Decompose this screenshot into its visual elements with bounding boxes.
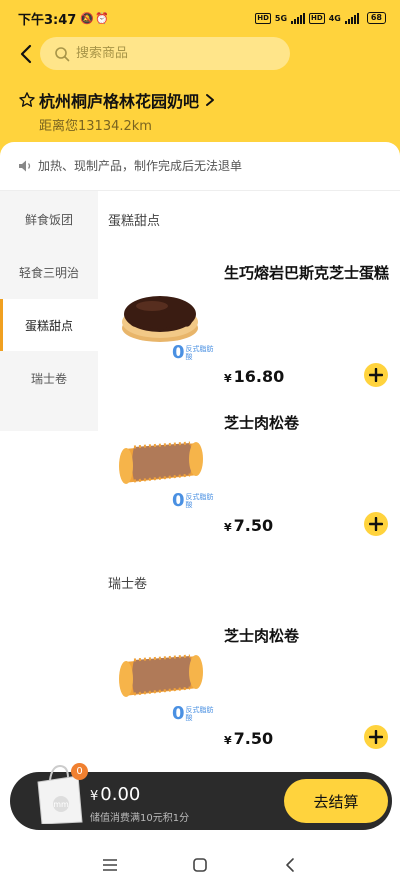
- plus-icon: [369, 730, 383, 744]
- store-distance: 距离您13134.2km: [39, 119, 152, 134]
- signal-icon: [291, 12, 306, 24]
- back-nav-button[interactable]: [280, 855, 300, 875]
- home-nav-button[interactable]: [190, 855, 210, 875]
- badge-text: 反式脂肪酸: [185, 344, 214, 361]
- cart-count-badge: 0: [71, 763, 88, 780]
- price-value: 7.50: [233, 729, 274, 748]
- status-time: 下午3:47: [18, 12, 77, 28]
- sidebar-item-sandwiches[interactable]: 轻食三明治: [0, 246, 98, 298]
- status-alert-icons: 🔕⏰: [80, 11, 110, 25]
- add-to-cart-button[interactable]: [364, 512, 388, 536]
- price-currency: ¥: [224, 734, 232, 747]
- product-name[interactable]: 芝士肉松卷: [224, 625, 394, 647]
- cart-total: ¥0.00: [90, 784, 140, 805]
- star-icon: [19, 92, 35, 107]
- product-name[interactable]: 生巧熔岩巴斯克芝士蛋糕: [224, 262, 394, 284]
- search-icon: [55, 46, 70, 61]
- total-currency: ¥: [90, 789, 99, 804]
- category-sidebar: 鲜食饭团 轻食三明治 蛋糕甜点 瑞士卷: [0, 191, 98, 771]
- product-image-lava-cake[interactable]: [110, 272, 210, 352]
- total-value: 0.00: [100, 784, 141, 805]
- badge-zero: 0: [172, 490, 185, 511]
- sidebar-item-label: 瑞士卷: [30, 371, 67, 386]
- back-button[interactable]: [14, 40, 38, 68]
- trans-fat-badge: 0 反式脂肪酸: [172, 342, 214, 363]
- badge-zero: 0: [172, 342, 185, 363]
- chevron-right-icon: [206, 94, 215, 106]
- badge-text: 反式脂肪酸: [185, 705, 214, 722]
- hd-badge: HD: [309, 12, 325, 24]
- add-to-cart-button[interactable]: [364, 725, 388, 749]
- hd-badge: HD: [255, 12, 271, 24]
- add-to-cart-button[interactable]: [364, 363, 388, 387]
- sidebar-item-label: 鲜食饭团: [24, 212, 73, 227]
- search-bar[interactable]: [40, 37, 290, 70]
- notice-banner: 加热、现制产品，制作完成后无法退单: [18, 157, 242, 174]
- store-selector[interactable]: 杭州桐庐格林花园奶吧: [18, 88, 215, 112]
- section-title: 瑞士卷: [108, 577, 148, 592]
- search-input[interactable]: [76, 46, 256, 61]
- product-price: ¥7.50: [224, 729, 273, 748]
- signal-icon: [344, 12, 359, 24]
- store-name: 杭州桐庐格林花园奶吧: [39, 92, 200, 111]
- badge-text: 反式脂肪酸: [185, 492, 214, 509]
- menu-nav-button[interactable]: [100, 855, 120, 875]
- trans-fat-badge: 0 反式脂肪酸: [172, 490, 214, 511]
- menu-icon: [103, 859, 117, 871]
- back-icon: [20, 44, 32, 64]
- price-currency: ¥: [224, 521, 232, 534]
- price-currency: ¥: [224, 372, 232, 385]
- network-label: 4G: [328, 13, 341, 23]
- home-icon: [193, 858, 207, 872]
- status-bar: 下午3:47 🔕⏰ HD 5G HD 4G 68: [0, 0, 400, 36]
- plus-icon: [369, 368, 383, 382]
- product-name[interactable]: 芝士肉松卷: [224, 412, 394, 434]
- status-indicators: HD 5G HD 4G 68: [255, 12, 386, 24]
- sidebar-empty-area: [0, 431, 98, 771]
- points-note: 储值消费满10元积1分: [90, 813, 190, 824]
- sidebar-item-label: 蛋糕甜点: [24, 318, 73, 333]
- bag-logo: mm: [53, 800, 69, 809]
- network-label: 5G: [274, 13, 288, 23]
- notice-text: 加热、现制产品，制作完成后无法退单: [38, 159, 243, 173]
- back-nav-icon: [286, 858, 294, 872]
- checkout-button[interactable]: 去结算: [284, 779, 388, 823]
- battery-icon: 68: [366, 12, 386, 24]
- badge-zero: 0: [172, 703, 185, 724]
- price-value: 16.80: [233, 367, 285, 386]
- product-price: ¥16.80: [224, 367, 284, 386]
- sidebar-item-rice-balls[interactable]: 鲜食饭团: [0, 193, 98, 245]
- sidebar-item-cakes[interactable]: 蛋糕甜点: [0, 299, 98, 351]
- section-title: 蛋糕甜点: [108, 214, 161, 229]
- speaker-icon: [19, 160, 31, 171]
- price-value: 7.50: [233, 516, 274, 535]
- plus-icon: [369, 517, 383, 531]
- sidebar-item-swiss-rolls[interactable]: 瑞士卷: [0, 352, 98, 404]
- trans-fat-badge: 0 反式脂肪酸: [172, 703, 214, 724]
- product-price: ¥7.50: [224, 516, 273, 535]
- sidebar-item-label: 轻食三明治: [18, 265, 79, 280]
